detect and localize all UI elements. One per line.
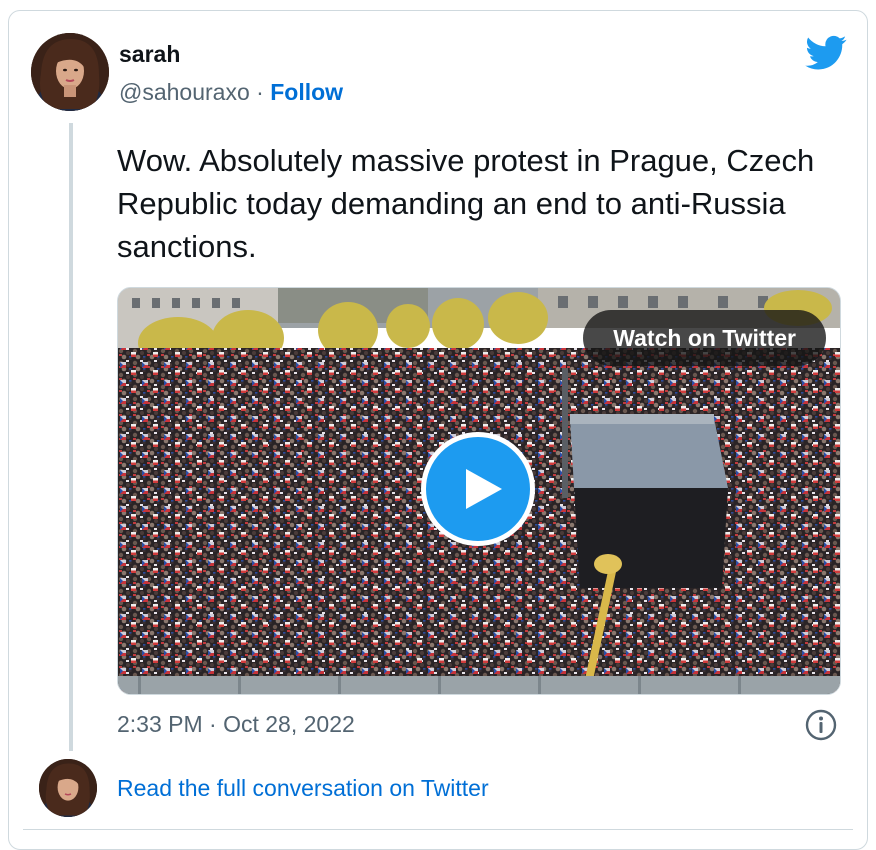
info-icon[interactable] [805,709,837,741]
author-name[interactable]: sarah [119,41,180,68]
video-preview[interactable]: Watch on Twitter [117,287,841,695]
twitter-bird-icon[interactable] [805,35,847,71]
author-handle[interactable]: @sahouraxo [119,79,250,105]
play-icon [466,469,502,509]
follow-button[interactable]: Follow [270,79,343,105]
reply-avatar[interactable] [39,759,97,817]
tweet-timestamp[interactable]: 2:33 PM · Oct 28, 2022 [117,711,355,738]
tweet-text: Wow. Absolutely massive protest in Pragu… [117,143,815,264]
footer-divider [23,829,853,830]
author-meta: @sahouraxo · Follow [119,79,343,106]
author-avatar[interactable] [31,33,109,111]
watch-on-twitter-button[interactable]: Watch on Twitter [583,310,826,366]
meta-separator: · [249,79,271,105]
thread-line [69,123,73,751]
read-full-conversation-link[interactable]: Read the full conversation on Twitter [117,775,489,802]
play-button[interactable] [421,432,535,546]
tweet-card: sarah @sahouraxo · Follow Wow. Absolutel… [8,10,868,850]
